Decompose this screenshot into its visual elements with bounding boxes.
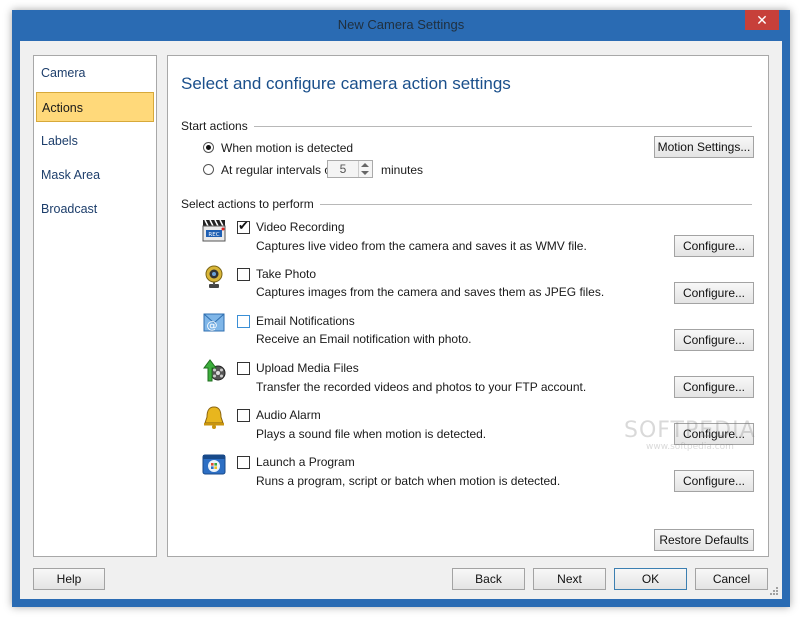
sidebar-item-mask-area[interactable]: Mask Area xyxy=(36,160,154,190)
restore-defaults-button[interactable]: Restore Defaults xyxy=(654,529,754,551)
launch-program-checkbox[interactable] xyxy=(237,456,250,469)
sidebar-item-labels[interactable]: Labels xyxy=(36,126,154,156)
chevron-down-icon[interactable] xyxy=(361,171,369,175)
settings-window: New Camera Settings ✕ Camera Actions Lab… xyxy=(12,10,790,607)
svg-text:REC: REC xyxy=(208,232,219,238)
upload-icon xyxy=(203,359,226,382)
upload-media-files-checkbox[interactable] xyxy=(237,362,250,375)
select-actions-label: Select actions to perform xyxy=(181,197,320,211)
video-recording-desc: Captures live video from the camera and … xyxy=(256,239,587,253)
interval-stepper[interactable]: 5 xyxy=(327,160,373,178)
close-button[interactable]: ✕ xyxy=(745,10,779,30)
upload-media-files-desc: Transfer the recorded videos and photos … xyxy=(256,380,587,394)
webcam-icon xyxy=(205,265,223,288)
close-icon: ✕ xyxy=(756,12,768,28)
video-recording-title: Video Recording xyxy=(256,220,345,234)
take-photo-title: Take Photo xyxy=(256,267,317,281)
launch-program-desc: Runs a program, script or batch when mot… xyxy=(256,474,561,488)
stepper-arrows[interactable] xyxy=(358,161,372,177)
email-notifications-title: Email Notifications xyxy=(256,314,355,328)
video-recording-icon: REC xyxy=(202,219,226,242)
motion-radio-label: When motion is detected xyxy=(221,141,354,155)
interval-radio-label: At regular intervals of xyxy=(221,163,335,177)
configure-launch-program-button[interactable]: Configure... xyxy=(674,470,754,492)
actions-panel: Select and configure camera action setti… xyxy=(167,55,769,557)
chevron-up-icon[interactable] xyxy=(361,163,369,167)
sidebar-nav: Camera Actions Labels Mask Area Broadcas… xyxy=(33,55,157,557)
configure-take-photo-button[interactable]: Configure... xyxy=(674,282,754,304)
configure-email-notifications-button[interactable]: Configure... xyxy=(674,329,754,351)
email-icon: @ xyxy=(203,313,225,332)
help-button[interactable]: Help xyxy=(33,568,105,590)
motion-radio[interactable] xyxy=(203,142,214,153)
video-recording-checkbox[interactable] xyxy=(237,219,250,234)
program-icon xyxy=(202,454,226,475)
dialog-body: Camera Actions Labels Mask Area Broadcas… xyxy=(20,41,782,599)
take-photo-desc: Captures images from the camera and save… xyxy=(256,285,605,299)
sidebar-item-actions[interactable]: Actions xyxy=(36,92,154,122)
divider xyxy=(248,126,752,127)
configure-audio-alarm-button[interactable]: Configure... xyxy=(674,423,754,445)
email-notifications-desc: Receive an Email notification with photo… xyxy=(256,332,472,346)
page-title: Select and configure camera action setti… xyxy=(181,74,511,93)
interval-radio[interactable] xyxy=(203,164,214,175)
email-notifications-checkbox[interactable] xyxy=(237,315,250,328)
motion-settings-button[interactable]: Motion Settings... xyxy=(654,136,754,158)
window-title: New Camera Settings xyxy=(337,17,465,32)
interval-value: 5 xyxy=(339,162,347,176)
configure-video-recording-button[interactable]: Configure... xyxy=(674,235,754,257)
interval-unit: minutes xyxy=(381,163,424,177)
sidebar-item-broadcast[interactable]: Broadcast xyxy=(36,194,154,224)
audio-alarm-title: Audio Alarm xyxy=(256,408,321,422)
configure-upload-media-files-button[interactable]: Configure... xyxy=(674,376,754,398)
next-button[interactable]: Next xyxy=(533,568,606,590)
start-actions-label: Start actions xyxy=(181,119,254,133)
resize-grip-icon[interactable] xyxy=(769,586,779,596)
launch-program-title: Launch a Program xyxy=(256,455,355,469)
upload-media-files-title: Upload Media Files xyxy=(256,361,359,375)
take-photo-checkbox[interactable] xyxy=(237,268,250,281)
svg-text:@: @ xyxy=(207,319,218,332)
ok-button[interactable]: OK xyxy=(614,568,687,590)
audio-alarm-checkbox[interactable] xyxy=(237,409,250,422)
title-bar[interactable]: New Camera Settings ✕ xyxy=(12,10,790,40)
cancel-button[interactable]: Cancel xyxy=(695,568,768,590)
sidebar-item-camera[interactable]: Camera xyxy=(36,58,154,88)
audio-alarm-desc: Plays a sound file when motion is detect… xyxy=(256,427,487,441)
divider xyxy=(298,204,752,205)
back-button[interactable]: Back xyxy=(452,568,525,590)
bell-icon xyxy=(204,406,224,429)
